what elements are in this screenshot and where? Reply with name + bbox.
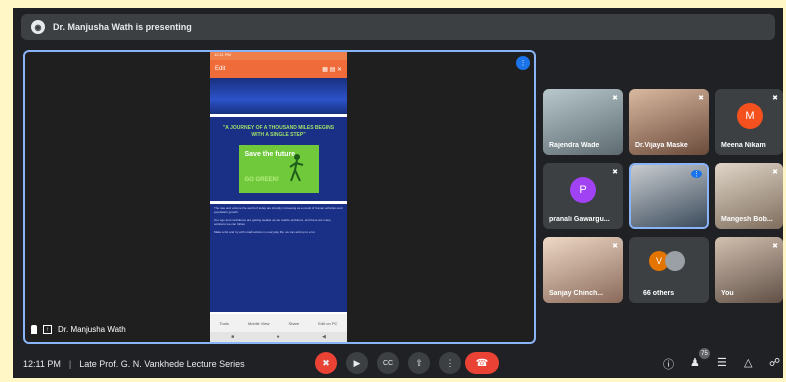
nav-mobile-view: Mobile View: [247, 320, 270, 326]
participant-avatar: M: [737, 103, 763, 129]
participant-name: Meena Nikam: [721, 142, 766, 149]
self-name: You: [721, 290, 734, 297]
meet-window: ◉ Dr. Manjusha Wath is presenting 12:11 …: [13, 8, 783, 378]
participant-name: pranali Gawargu...: [549, 216, 610, 223]
participant-name: Sanjay Chinch...: [549, 290, 604, 297]
participant-name: Mangesh Bob...: [721, 216, 773, 223]
participant-count-badge: 75: [699, 348, 710, 359]
speaking-indicator-icon: ⋮: [516, 56, 530, 70]
mic-off-icon: ✖: [698, 95, 704, 102]
phone-toolbar-icons: ▦ ▤ ✕: [322, 66, 342, 73]
presentation-stage[interactable]: 12:11 PM Edit ▦ ▤ ✕ "A JOURNEY OF A THOU…: [23, 50, 536, 344]
camera-toggle-button[interactable]: ▶: [346, 352, 368, 374]
participant-tile[interactable]: ✖ Dr.Vijaya Maske: [629, 89, 709, 155]
present-icon: ◉: [31, 20, 45, 34]
mic-off-icon: ✖: [772, 169, 778, 176]
document-paragraph: Our ego and confidence are getting weake…: [214, 218, 331, 226]
mic-off-icon: ✖: [322, 357, 330, 368]
recent-apps-icon: ■: [231, 334, 235, 340]
present-screen-icon: ↑: [43, 325, 52, 334]
participant-tile[interactable]: M ✖ Meena Nikam: [715, 89, 783, 155]
save-future-poster: Save the future GO GREEN!: [238, 145, 319, 193]
more-vert-icon: ⋮: [445, 357, 455, 368]
document-paragraph: The rate and volume the world of today a…: [214, 206, 343, 214]
present-icon: ⇧: [415, 357, 423, 368]
captions-button[interactable]: CC: [377, 352, 399, 374]
more-options-button[interactable]: ⋮: [439, 352, 461, 374]
people-icon[interactable]: ♟: [690, 356, 700, 369]
pin-icon[interactable]: [31, 325, 37, 334]
mic-off-icon: ✖: [772, 243, 778, 250]
leave-call-button[interactable]: ☎: [465, 352, 499, 374]
participant-tile[interactable]: ✖ Sanjay Chinch...: [543, 237, 623, 303]
walking-figure-icon: [288, 154, 303, 182]
captions-icon: CC: [382, 359, 394, 367]
participant-tile-active[interactable]: ⋮: [629, 163, 709, 229]
presenter-label: ↑ Dr. Manjusha Wath: [31, 325, 126, 334]
document-hero: [210, 78, 347, 114]
back-icon: ◀: [321, 334, 326, 340]
document-paragraph: Make a list and try with small actions i…: [214, 230, 316, 234]
mic-off-icon: ✖: [612, 243, 618, 250]
end-call-icon: ☎: [475, 357, 489, 369]
poster-subtitle: GO GREEN!: [244, 177, 279, 183]
mic-off-icon: ✖: [612, 95, 618, 102]
home-icon: ●: [276, 334, 280, 340]
mic-off-icon: ✖: [612, 169, 618, 176]
present-button[interactable]: ⇧: [408, 352, 430, 374]
presenter-name: Dr. Manjusha Wath: [58, 325, 126, 334]
others-count: 66 others: [643, 290, 675, 297]
phone-system-nav: ■ ● ◀: [210, 332, 347, 342]
participant-tile[interactable]: P ✖ pranali Gawargu...: [543, 163, 623, 229]
phone-toolbar: Edit ▦ ▤ ✕: [210, 60, 347, 78]
self-tile[interactable]: ✖ You: [715, 237, 783, 303]
phone-bottom-nav: Tools Mobile View Share Edit on PC: [210, 314, 347, 332]
others-tile[interactable]: V 66 others: [629, 237, 709, 303]
document-view: "A JOURNEY OF A THOUSAND MILES BEGINS WI…: [210, 78, 347, 312]
camera-icon: ▶: [353, 357, 361, 368]
phone-status-bar: 12:11 PM: [210, 52, 347, 60]
participant-name: Rajendra Wade: [549, 142, 600, 149]
nav-tools: Tools: [219, 320, 229, 326]
nav-edit-on-pc: Edit on PC: [318, 320, 338, 326]
mic-off-icon: ✖: [772, 95, 778, 102]
activities-icon[interactable]: △: [744, 356, 752, 369]
mic-toggle-button[interactable]: ✖: [315, 352, 337, 374]
phone-toolbar-title: Edit: [215, 66, 226, 72]
document-quote: "A JOURNEY OF A THOUSAND MILES BEGINS WI…: [222, 125, 335, 138]
shared-phone-screen: 12:11 PM Edit ▦ ▤ ✕ "A JOURNEY OF A THOU…: [210, 52, 347, 342]
info-icon[interactable]: ⓘ: [663, 356, 674, 372]
chat-icon[interactable]: ☰: [717, 356, 727, 369]
participant-tile[interactable]: ✖ Rajendra Wade: [543, 89, 623, 155]
speaking-icon: ⋮: [691, 170, 702, 178]
meeting-clock: 12:11 PM: [23, 359, 61, 369]
participant-name: Dr.Vijaya Maske: [635, 142, 688, 149]
host-controls-icon[interactable]: ☍: [769, 356, 780, 369]
others-avatar-2: [665, 251, 685, 271]
presenting-banner: ◉ Dr. Manjusha Wath is presenting: [21, 14, 775, 40]
meeting-title: Late Prof. G. N. Vankhede Lecture Series: [79, 359, 245, 369]
divider: |: [68, 359, 72, 369]
participant-avatar: P: [570, 177, 596, 203]
presenting-text: Dr. Manjusha Wath is presenting: [53, 22, 192, 32]
nav-share: Share: [288, 320, 300, 326]
participant-tile[interactable]: ✖ Mangesh Bob...: [715, 163, 783, 229]
